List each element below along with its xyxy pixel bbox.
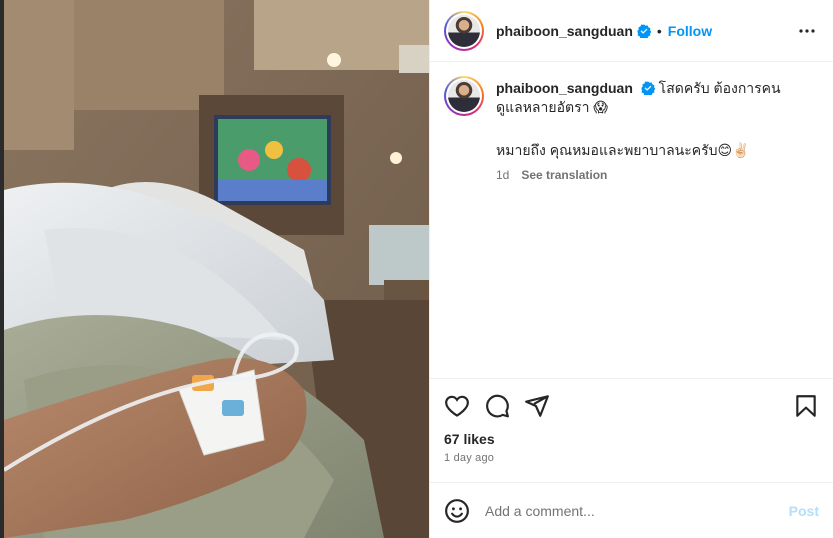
caption-age: 1d (496, 168, 510, 182)
verified-badge-icon (637, 23, 651, 38)
comment-bar: Post (430, 482, 833, 538)
author-username[interactable]: phaiboon_sangduan (496, 23, 633, 39)
caption-avatar[interactable] (444, 76, 484, 116)
likes-count[interactable]: 67 likes (444, 431, 819, 447)
heart-icon[interactable] (444, 393, 470, 419)
bookmark-icon[interactable] (793, 393, 819, 419)
post-timestamp: 1 day ago (444, 452, 495, 464)
post-side-panel: phaiboon_sangduan • Follow phaiboon_sang… (429, 0, 833, 538)
post-actions: 67 likes 1 day ago (430, 378, 833, 482)
comment-icon[interactable] (484, 393, 510, 419)
post-modal: phaiboon_sangduan • Follow phaiboon_sang… (0, 0, 833, 538)
caption-username[interactable]: phaiboon_sangduan (496, 80, 633, 96)
emoji-icon[interactable] (444, 498, 470, 524)
more-horizontal-icon[interactable] (795, 19, 819, 43)
separator-dot: • (656, 22, 662, 39)
author-avatar[interactable] (444, 10, 484, 51)
verified-badge-icon (641, 81, 655, 95)
caption: phaiboon_sangduan โสดครับ ต้องการคนดูแลห… (444, 76, 819, 185)
comment-input[interactable] (485, 502, 789, 519)
post-comment-button[interactable]: Post (789, 503, 819, 519)
comments-area: phaiboon_sangduan โสดครับ ต้องการคนดูแลห… (430, 62, 833, 378)
hospital-hand-iv-image (4, 0, 429, 538)
caption-text-line2: หมายถึง คุณหมอและพยาบาลนะครับ😊✌🏻 (496, 142, 750, 158)
see-translation-button[interactable]: See translation (521, 166, 607, 185)
follow-button[interactable]: Follow (668, 23, 712, 39)
share-icon[interactable] (524, 393, 550, 419)
post-header: phaiboon_sangduan • Follow (430, 0, 833, 62)
post-photo[interactable] (4, 0, 429, 538)
